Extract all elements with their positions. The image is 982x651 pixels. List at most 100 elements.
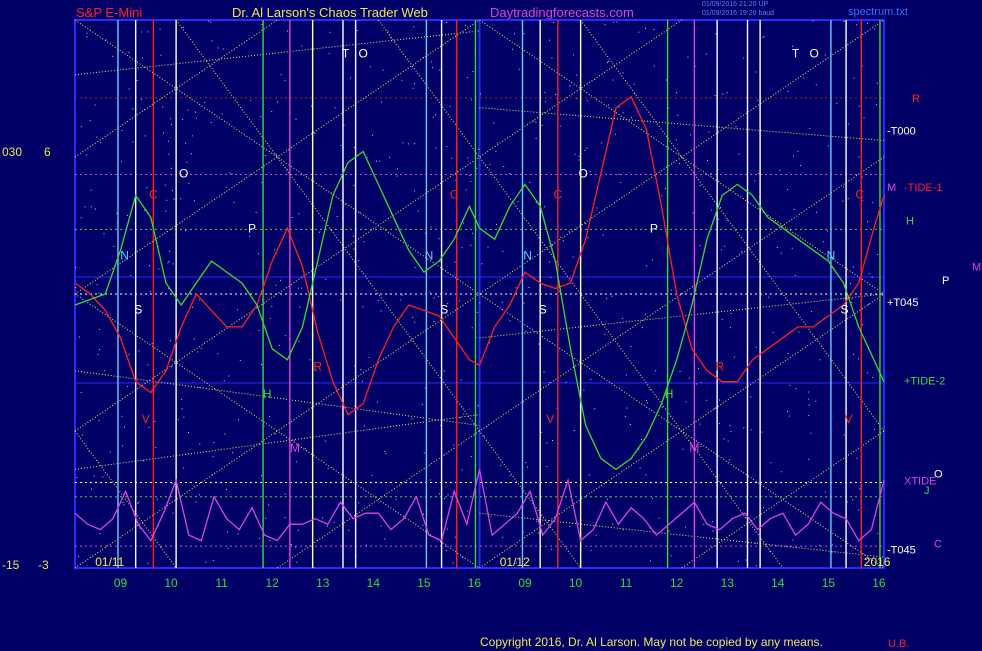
series-label: C <box>450 188 459 202</box>
star-dot <box>851 301 853 303</box>
series-label: O <box>810 46 819 60</box>
star-dot <box>726 92 728 94</box>
star-dot <box>250 99 252 101</box>
star-dot <box>551 57 553 59</box>
series-label: V <box>546 412 554 426</box>
star-dot <box>128 354 130 356</box>
star-dot <box>452 562 454 564</box>
star-dot <box>548 261 550 263</box>
series-label: N <box>120 248 129 262</box>
star-dot <box>523 33 525 35</box>
star-dot <box>755 565 757 567</box>
diagonal-line <box>681 430 885 569</box>
date-mark-label: 01/12 <box>500 555 530 569</box>
star-dot <box>707 160 709 161</box>
star-dot <box>334 107 336 109</box>
star-dot <box>586 100 588 102</box>
star-dot <box>533 120 535 122</box>
star-dot <box>836 102 838 104</box>
star-dot <box>877 532 879 534</box>
star-dot <box>198 299 200 301</box>
star-dot <box>809 128 811 130</box>
star-dot <box>661 195 663 197</box>
right-label: -T045 <box>887 544 916 556</box>
star-dot <box>549 382 551 384</box>
star-dot <box>160 54 162 56</box>
star-dot <box>295 118 297 120</box>
star-dot <box>763 507 764 509</box>
star-dot <box>858 358 860 360</box>
star-dot <box>585 223 587 225</box>
star-dot <box>595 534 597 536</box>
series-label: O <box>578 166 587 180</box>
star-dot <box>670 289 672 291</box>
star-dot <box>596 207 598 209</box>
star-dot <box>565 381 567 383</box>
star-dot <box>665 188 666 190</box>
star-dot <box>158 268 160 270</box>
x-tick-label: 09 <box>518 576 532 590</box>
star-dot <box>356 30 358 31</box>
star-dot <box>666 79 667 81</box>
x-tick-label: 12 <box>670 576 684 590</box>
star-dot <box>376 160 377 162</box>
star-dot <box>851 298 853 300</box>
star-dot <box>815 84 817 86</box>
star-dot <box>122 445 123 447</box>
x-tick-label: 13 <box>721 576 735 590</box>
star-dot <box>80 392 82 393</box>
star-dot <box>604 24 606 26</box>
star-dot <box>314 132 316 134</box>
series-label: C <box>149 188 158 202</box>
chart-svg: T O T OO OC C C CP PN N N NS S S SR RH HM MV V VR-T000M -TID… <box>74 19 981 590</box>
star-dot <box>476 311 478 313</box>
star-dot <box>132 108 134 110</box>
star-dot <box>757 99 759 101</box>
star-dot <box>141 31 143 33</box>
star-dot <box>146 187 148 189</box>
star-dot <box>195 501 197 503</box>
star-dot <box>763 35 765 37</box>
star-dot <box>604 333 606 335</box>
star-dot <box>578 159 580 161</box>
star-dot <box>161 292 163 293</box>
star-dot <box>536 520 538 522</box>
star-dot <box>172 190 173 192</box>
star-dot <box>819 359 821 361</box>
star-dot <box>788 415 790 417</box>
star-dot <box>102 476 104 478</box>
star-dot <box>678 496 680 498</box>
right-label: J <box>924 485 930 497</box>
diagonal-line <box>580 19 885 432</box>
series-label: S <box>841 303 849 317</box>
star-dot <box>823 241 825 243</box>
star-dot <box>868 303 870 305</box>
star-dot <box>518 68 520 70</box>
star-dot <box>606 62 608 63</box>
star-dot <box>653 65 655 67</box>
star-dot <box>622 529 624 531</box>
star-dot <box>572 54 574 56</box>
date-mark-label: 01/11 <box>95 555 124 569</box>
star-dot <box>451 157 453 159</box>
star-dot <box>685 401 687 403</box>
star-dot <box>633 83 635 85</box>
star-dot <box>501 301 503 303</box>
star-dot <box>471 327 473 329</box>
star-dot <box>224 433 226 435</box>
star-dot <box>190 153 192 155</box>
star-dot <box>212 456 214 458</box>
star-dot <box>170 124 172 126</box>
series-label: N <box>827 248 836 262</box>
star-dot <box>284 517 286 519</box>
star-dot <box>509 320 511 322</box>
star-dot <box>789 384 791 386</box>
star-dot <box>275 153 277 155</box>
star-dot <box>754 542 756 544</box>
series-label: C <box>554 188 563 202</box>
series-label: H <box>263 387 272 401</box>
star-dot <box>795 388 797 390</box>
star-dot <box>260 475 262 477</box>
star-dot <box>645 474 647 476</box>
star-dot <box>227 548 229 549</box>
